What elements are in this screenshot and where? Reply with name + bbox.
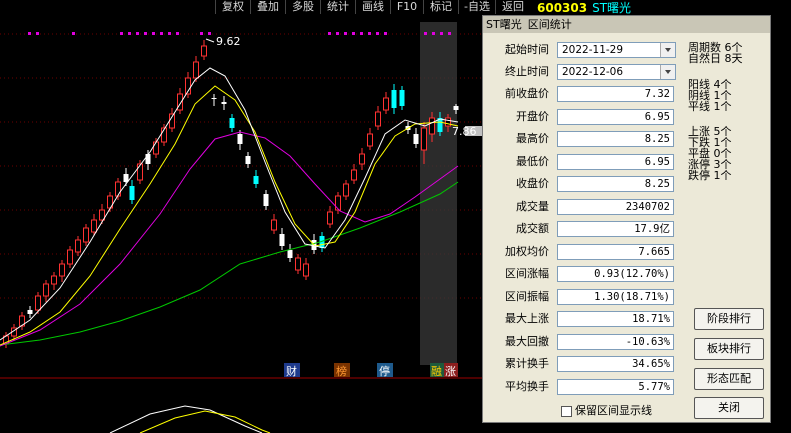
stat-label: 前收盘价: [505, 87, 549, 100]
sector-ranking-button[interactable]: 板块排行: [694, 338, 764, 360]
stat-label: 成交额: [516, 222, 549, 235]
stat-natural-days: 自然日 8天: [688, 52, 743, 65]
stock-code: 600303: [537, 1, 588, 15]
toolbar-button-fanhui[interactable]: 返回: [495, 0, 530, 14]
stat-value: 8.25: [557, 176, 674, 192]
stat-label: 收盘价: [516, 177, 549, 190]
stock-name: ST曙光: [592, 1, 632, 15]
stat-label: 最大回撤: [505, 334, 549, 348]
keep-interval-lines-option[interactable]: 保留区间显示线: [561, 405, 652, 417]
toolbar: 复权 叠加 多股 统计 画线 F10 标记 -自选 返回 600303 ST曙光: [0, 0, 791, 16]
marker-cai[interactable]: 财: [286, 364, 297, 378]
stat-value: 6.95: [557, 108, 674, 125]
stat-limit-down: 跌停 1个: [688, 169, 732, 182]
dialog-title-text: 区间统计: [527, 18, 572, 31]
toolbar-button-f10[interactable]: F10: [390, 0, 423, 14]
high-price-pointer: [205, 38, 215, 43]
keep-interval-lines-label: 保留区间显示线: [575, 404, 652, 417]
start-time-select[interactable]: 2022-11-29: [557, 42, 676, 58]
toolbar-button-diejia[interactable]: 叠加: [250, 0, 285, 14]
toolbar-button-duogu[interactable]: 多股: [285, 0, 320, 14]
stage-ranking-button[interactable]: 阶段排行: [694, 308, 764, 330]
right-scroll-area: [771, 15, 791, 423]
start-time-label: 起始时间: [505, 43, 549, 56]
stat-label: 平均换手: [505, 379, 549, 393]
dialog-title-stock: ST曙光: [486, 18, 522, 31]
ma-line-yellow: [0, 85, 459, 346]
stat-value: 2340702: [557, 198, 674, 215]
stat-label: 区间振幅: [505, 289, 549, 303]
toolbar-button-huaxian[interactable]: 画线: [355, 0, 390, 14]
stat-value: 17.9亿: [557, 221, 674, 237]
stat-value: 6.95: [557, 153, 674, 170]
stat-value: -10.63%: [557, 333, 674, 350]
end-time-label: 终止时间: [505, 65, 549, 78]
ma-line-white: [0, 67, 459, 341]
stat-value: 34.65%: [557, 356, 674, 372]
stat-label: 区间涨幅: [505, 267, 549, 280]
end-time-select[interactable]: 2022-12-06: [557, 64, 676, 80]
kline-chart[interactable]: 9.62 7.86 财 榜 停 融 涨: [0, 14, 482, 433]
marker-bang[interactable]: 榜: [336, 364, 347, 378]
indicator-line-yellow: [139, 410, 271, 433]
toolbar-button-fuquan[interactable]: 复权: [215, 0, 250, 14]
stat-value: 7.32: [557, 86, 674, 102]
stat-value: 0.93(12.70%): [557, 266, 674, 282]
stat-value: 1.30(18.71%): [557, 288, 674, 305]
dialog-title[interactable]: ST曙光 区间统计: [483, 16, 770, 33]
pattern-match-button[interactable]: 形态匹配: [694, 368, 764, 390]
marker-ting[interactable]: 停: [379, 364, 390, 378]
stat-label: 开盘价: [516, 109, 549, 123]
interval-highlight: [420, 22, 457, 365]
stat-label: 最大上涨: [505, 312, 549, 325]
stat-label: 累计换手: [505, 357, 549, 370]
stat-value: 18.71%: [557, 311, 674, 327]
stat-value: 7.665: [557, 243, 674, 260]
keep-interval-lines-checkbox[interactable]: [561, 405, 572, 417]
toolbar-button-zixuan[interactable]: -自选: [458, 0, 495, 14]
stat-label: 最低价: [516, 154, 549, 168]
stat-label: 加权均价: [505, 244, 549, 258]
end-time-value: 2022-12-06: [562, 66, 624, 78]
stat-label: 最高价: [516, 132, 549, 145]
high-price-label: 9.62: [216, 35, 241, 48]
stat-value: 5.77%: [557, 378, 674, 395]
chevron-down-icon[interactable]: [660, 43, 675, 57]
ma-line-magenta: [0, 131, 459, 347]
marker-zhang[interactable]: 涨: [445, 365, 456, 378]
bottom-status-area: [482, 423, 791, 433]
chevron-down-icon[interactable]: [660, 65, 675, 79]
toolbar-button-tongji[interactable]: 统计: [320, 0, 355, 14]
close-button[interactable]: 关闭: [694, 397, 764, 419]
stock-title: 600303 ST曙光: [537, 0, 631, 16]
interval-stats-dialog: ST曙光 区间统计 起始时间 2022-11-29 终止时间 2022-12-06…: [482, 15, 771, 423]
event-markers[interactable]: 财 榜 停 融 涨: [284, 363, 458, 378]
stat-label: 成交量: [516, 199, 549, 213]
marker-rong[interactable]: 融: [431, 365, 442, 378]
current-price-label: 7.86: [452, 125, 477, 138]
start-time-value: 2022-11-29: [562, 44, 624, 56]
stat-value: 8.25: [557, 131, 674, 147]
stat-flat: 平线 1个: [688, 100, 732, 113]
toolbar-button-biaoji[interactable]: 标记: [423, 0, 458, 14]
